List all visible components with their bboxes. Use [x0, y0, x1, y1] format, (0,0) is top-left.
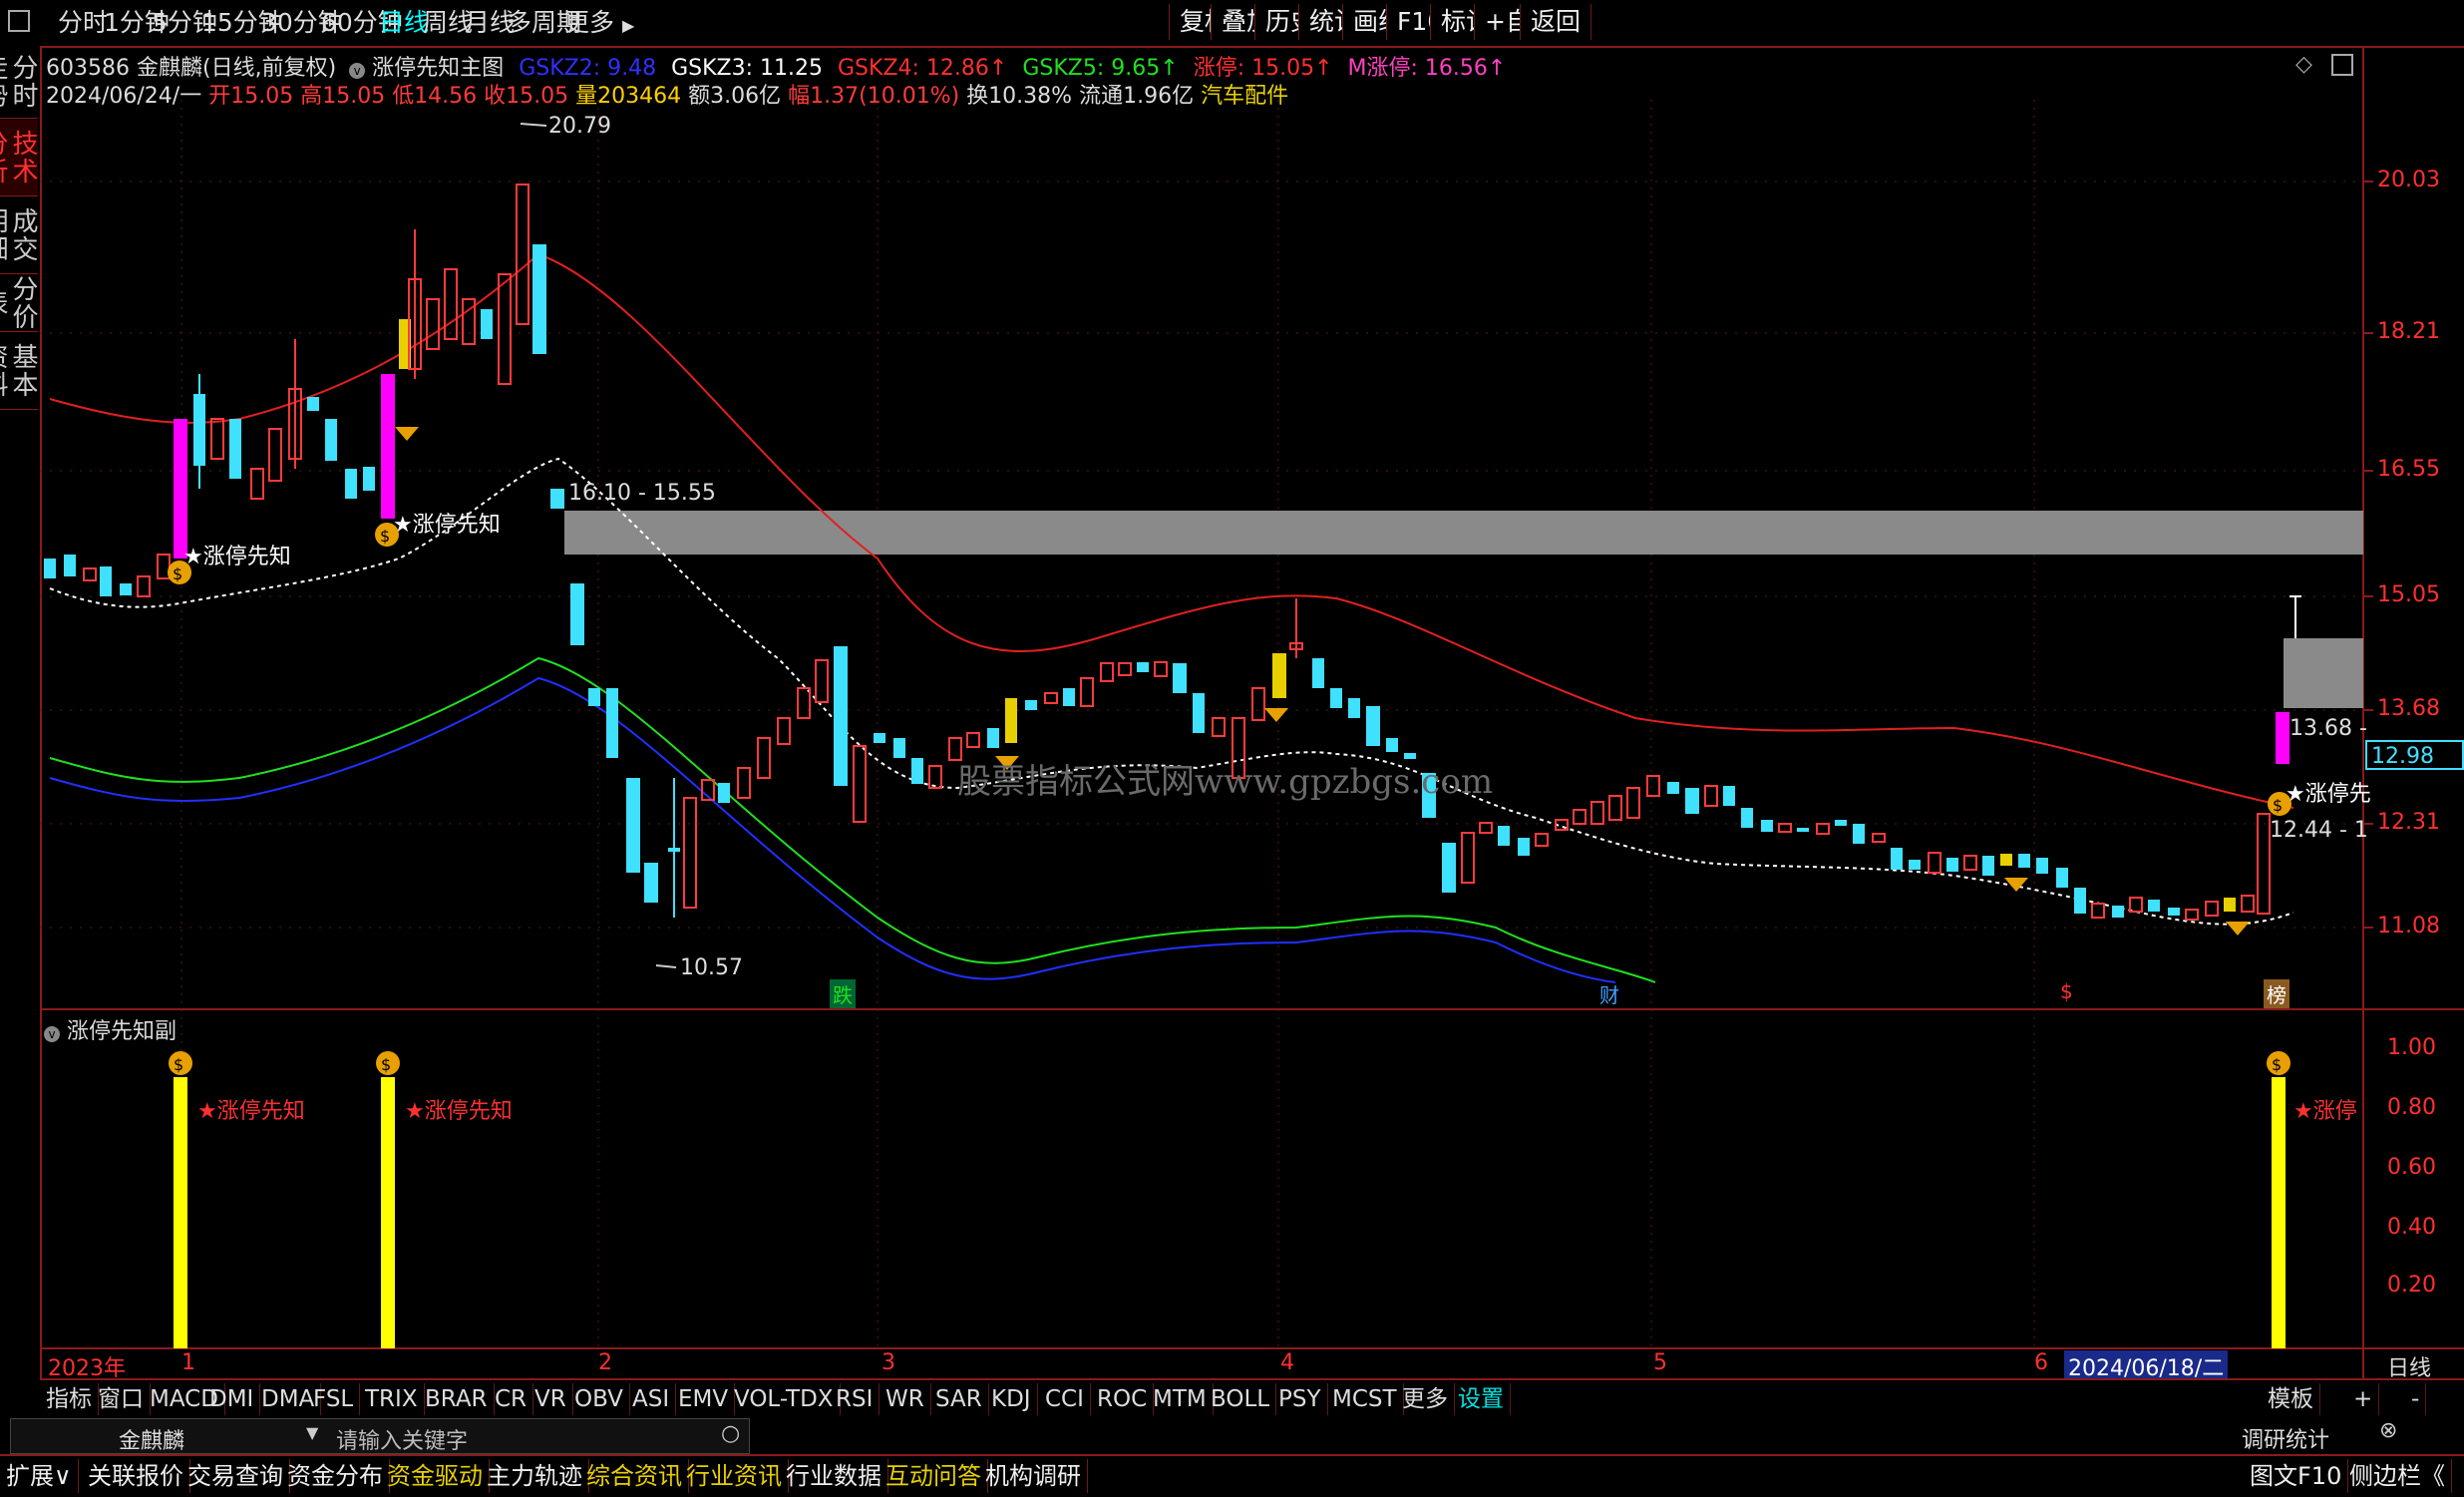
price-axis-label: 18.21 [2377, 319, 2440, 344]
limit-signal-label-3: ★涨停先 [2286, 782, 2371, 807]
indicator-tab-12[interactable]: EMV [672, 1383, 736, 1415]
high-price-label: 20.79 [548, 114, 611, 139]
time-axis-month: 2 [598, 1350, 612, 1375]
indicator-tab-3[interactable]: DMI [203, 1383, 261, 1415]
indicator-tab-24[interactable]: 更多 [1396, 1383, 1455, 1415]
event-marker-fall[interactable]: 跌 [830, 979, 856, 1008]
subpanel-title[interactable]: v 涨停先知副 [44, 1013, 176, 1045]
gskz2-line [49, 676, 1616, 983]
price-axis-label: 12.31 [2377, 810, 2440, 835]
svg-text:$: $ [380, 527, 390, 546]
indicator-tab-16[interactable]: SAR [929, 1383, 989, 1415]
indicator-tab-right-0[interactable]: 模板 [2262, 1383, 2320, 1415]
indicator-tab-17[interactable]: KDJ [985, 1383, 1038, 1415]
indicator-tab-right-2[interactable]: - [2405, 1383, 2427, 1415]
dropdown-arrow-icon[interactable]: ▼ [306, 1423, 318, 1442]
indicator-tab-25[interactable]: 设置 [1452, 1383, 1511, 1415]
indicator-tab-5[interactable]: FSL [307, 1383, 361, 1415]
indicator-tab-21[interactable]: BOLL [1205, 1383, 1277, 1415]
price-axis-label: 20.03 [2377, 168, 2440, 192]
status-item-8[interactable]: 行业数据 [780, 1459, 888, 1493]
indicator-tab-7[interactable]: BRAR [419, 1383, 495, 1415]
indicator-tab-10[interactable]: OBV [568, 1383, 630, 1415]
indicator-tab-9[interactable]: VR [528, 1383, 573, 1415]
status-item-6[interactable]: 综合资讯 [580, 1459, 689, 1493]
low-price-label: 10.57 [680, 955, 743, 980]
event-marker-dollar[interactable]: $ [2060, 979, 2073, 1003]
subpanel-axis-label: 0.80 [2387, 1095, 2436, 1120]
status-item-9[interactable]: 互动问答 [880, 1459, 988, 1493]
limit-signal-label-1: ★涨停先知 [183, 545, 291, 569]
svg-text:$: $ [174, 1055, 183, 1074]
search-input[interactable]: 请输入关键字 [336, 1423, 468, 1455]
resistance-zone-right [2284, 638, 2363, 708]
right-zone-label-2: 12.44 - 1 [2270, 818, 2368, 843]
price-axis-label: 13.68 [2377, 696, 2440, 721]
indicator-tab-23[interactable]: MCST [1326, 1383, 1404, 1415]
indicator-tab-6[interactable]: TRIX [359, 1383, 425, 1415]
subpanel-axis-label: 0.40 [2387, 1215, 2436, 1240]
indicator-tab-right-1[interactable]: + [2347, 1383, 2380, 1415]
status-item-7[interactable]: 行业资讯 [680, 1459, 789, 1493]
price-axis-label: 15.05 [2377, 582, 2440, 607]
search-icon[interactable]: ○ [721, 1421, 740, 1446]
svg-text:$: $ [2272, 1055, 2282, 1074]
subpanel-axis-label: 0.60 [2387, 1155, 2436, 1180]
event-marker-finance[interactable]: 财 [1599, 979, 1619, 1008]
status-item-2[interactable]: 交易查询 [181, 1459, 290, 1493]
indicator-tab-14[interactable]: RSI [830, 1383, 880, 1415]
status-item-10[interactable]: 机构调研 [979, 1459, 1088, 1493]
search-row: 金麒麟 ▼ 请输入关键字 ○ 调研统计 ⊗ [0, 1416, 2464, 1454]
price-axis-label: 11.08 [2377, 914, 2440, 938]
indicator-tab-15[interactable]: WR [880, 1383, 931, 1415]
time-axis-month: 3 [881, 1350, 895, 1375]
status-item-4[interactable]: 资金驱动 [381, 1459, 490, 1493]
indicator-tab-8[interactable]: CR [489, 1383, 534, 1415]
indicator-tab-22[interactable]: PSY [1272, 1383, 1328, 1415]
search-box[interactable]: 金麒麟 ▼ 请输入关键字 ○ [10, 1418, 750, 1454]
price-axis-label: 16.55 [2377, 457, 2440, 482]
search-stock-name: 金麒麟 [119, 1429, 185, 1454]
status-item-0[interactable]: 扩展∨ [0, 1459, 79, 1493]
svg-text:$: $ [2273, 796, 2283, 815]
close-icon[interactable]: ⊗ [2379, 1418, 2397, 1443]
resistance-zone [564, 511, 2363, 555]
time-axis-month: 1 [181, 1350, 195, 1375]
svg-text:$: $ [173, 564, 182, 583]
kline-chart[interactable]: $ $ $ $ $ $ [0, 0, 2464, 1495]
watermark: 股票指标公式网www.gpzbgs.com [957, 762, 1494, 802]
indicator-tab-1[interactable]: 窗口 [92, 1383, 151, 1415]
status-right-1[interactable]: 侧边栏《 [2343, 1459, 2452, 1493]
research-stats-label[interactable]: 调研统计 [2242, 1422, 2329, 1454]
indicator-tab-bar: 指标 窗口 MACD DMI DMA FSL TRIX BRAR CR VR OBV ASI EMV VO… [40, 1378, 2464, 1418]
time-axis-month: 5 [1653, 1350, 1667, 1375]
zone-price-label: 16.10 - 15.55 [568, 481, 716, 506]
event-marker-rank[interactable]: 榜 [2264, 979, 2289, 1008]
indicator-tab-11[interactable]: ASI [626, 1383, 677, 1415]
subpanel-signal-3: ★涨停 [2293, 1099, 2357, 1124]
subpanel-signal-1: ★涨停先知 [197, 1099, 305, 1124]
subpanel-axis-label: 0.20 [2387, 1273, 2436, 1298]
status-item-3[interactable]: 资金分布 [281, 1459, 390, 1493]
time-axis-month: 4 [1280, 1350, 1294, 1375]
indicator-tab-13[interactable]: VOL-TDX [728, 1383, 841, 1415]
indicator-tab-20[interactable]: MTM [1147, 1383, 1214, 1415]
subpanel-axis-label: 1.00 [2387, 1035, 2436, 1060]
subpanel-signal-2: ★涨停先知 [405, 1099, 513, 1124]
bottom-status-bar: 扩展∨ 关联报价 交易查询 资金分布 资金驱动 主力轨迹 综合资讯 行业资讯 行业数据 互动问答机… [0, 1454, 2464, 1497]
indicator-tab-0[interactable]: 指标 [40, 1383, 99, 1415]
indicator-tab-18[interactable]: CCI [1039, 1383, 1091, 1415]
current-price-marker: 12.98 [2365, 740, 2464, 770]
right-zone-label: 13.68 - [2289, 716, 2367, 741]
limit-signal-label-2: ★涨停先知 [393, 513, 501, 538]
indicator-tab-19[interactable]: ROC [1091, 1383, 1155, 1415]
time-axis-month: 6 [2034, 1350, 2048, 1375]
status-item-1[interactable]: 关联报价 [82, 1459, 190, 1493]
svg-text:$: $ [381, 1055, 391, 1074]
status-right-0[interactable]: 图文F10 [2244, 1459, 2349, 1493]
status-item-5[interactable]: 主力轨迹 [481, 1459, 589, 1493]
subpanel-menu-icon[interactable]: v [44, 1026, 60, 1042]
